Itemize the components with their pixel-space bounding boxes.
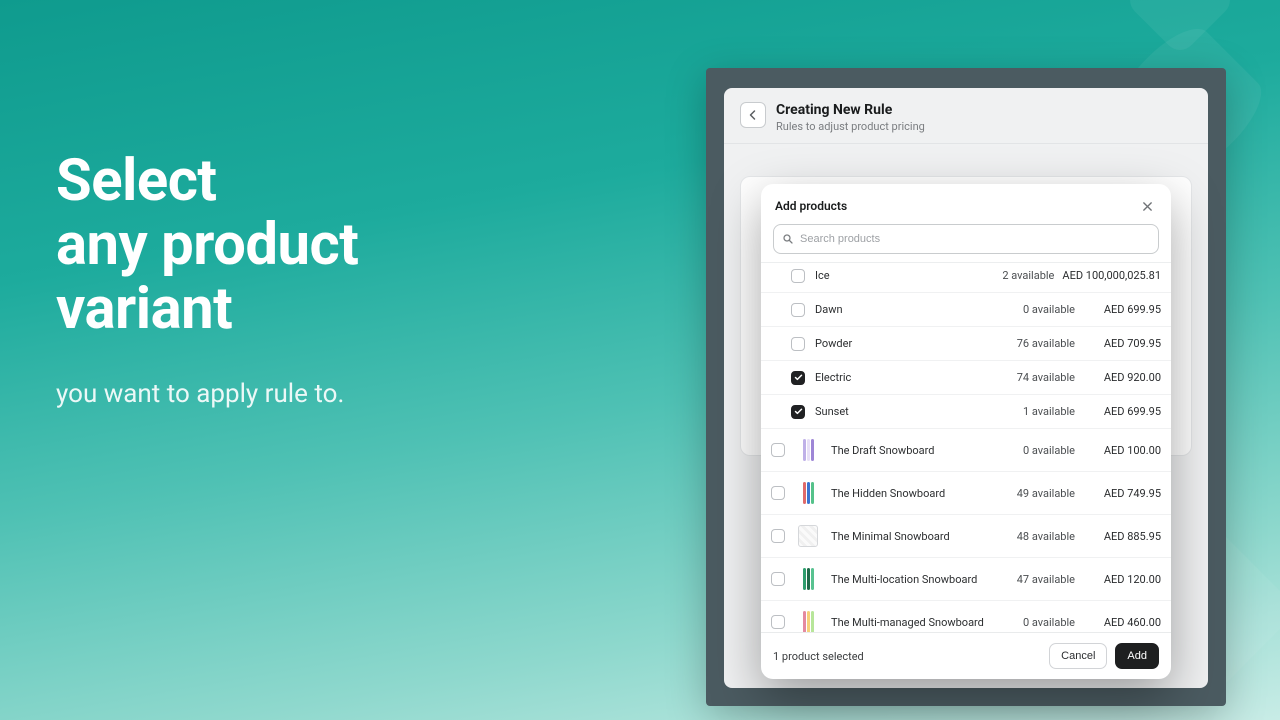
modal-title: Add products [775,199,847,213]
variant-name: Sunset [815,405,1023,418]
add-products-modal: Add products Ice2 available AED 100,000,0… [761,184,1171,679]
product-row[interactable]: The Hidden Snowboard49 available AED 749.… [761,472,1171,515]
price-label: AED 920.00 [1083,371,1161,384]
product-row[interactable]: The Minimal Snowboard48 available AED 885… [761,515,1171,558]
price-label: AED 100.00 [1083,444,1161,457]
variant-row[interactable]: Powder76 available AED 709.95 [761,327,1171,361]
selection-count: 1 product selected [773,650,1041,663]
checkbox[interactable] [791,371,805,385]
price-label: AED 120.00 [1083,573,1161,586]
check-icon [794,373,803,382]
product-thumbnail [797,480,819,506]
search-icon [782,233,794,245]
app-window: Creating New Rule Rules to adjust produc… [706,68,1226,706]
page-subtitle: Rules to adjust product pricing [776,120,925,133]
availability-label: 49 available [1017,487,1075,500]
product-row[interactable]: The Multi-managed Snowboard0 available AE… [761,601,1171,632]
variant-name: Dawn [815,303,1023,316]
price-label: AED 699.95 [1083,303,1161,316]
product-thumbnail [797,566,819,592]
availability-label: 48 available [1017,530,1075,543]
variant-name: Powder [815,337,1017,350]
checkbox[interactable] [771,443,785,457]
search-input-wrapper[interactable] [773,224,1159,254]
arrow-left-icon [747,109,759,121]
close-button[interactable] [1137,196,1157,216]
variant-name: Ice [815,269,1002,282]
availability-label: 74 available [1017,371,1075,384]
product-name: The Multi-location Snowboard [831,573,1017,586]
availability-label: 47 available [1017,573,1075,586]
product-name: The Hidden Snowboard [831,487,1017,500]
availability-label: 0 available [1023,616,1075,629]
availability-label: 1 available [1023,405,1075,418]
checkbox[interactable] [791,303,805,317]
promo-headline: Select any product variant [56,150,358,341]
availability-label: 0 available [1023,303,1075,316]
product-thumbnail [797,523,819,549]
checkbox[interactable] [791,405,805,419]
variant-row[interactable]: Electric74 available AED 920.00 [761,361,1171,395]
product-list[interactable]: Ice2 availableAED 100,000,025.81Dawn0 av… [761,262,1171,632]
price-label: AED 709.95 [1083,337,1161,350]
cancel-button[interactable]: Cancel [1049,643,1107,669]
product-name: The Minimal Snowboard [831,530,1017,543]
price-label: AED 699.95 [1083,405,1161,418]
price-label: AED 885.95 [1083,530,1161,543]
price-label: AED 749.95 [1083,487,1161,500]
page-title: Creating New Rule [776,102,925,118]
promo-subhead: you want to apply rule to. [56,379,358,409]
check-icon [794,407,803,416]
availability-label: 76 available [1017,337,1075,350]
product-name: The Draft Snowboard [831,444,1023,457]
checkbox[interactable] [791,269,805,283]
availability-label: 2 available [1002,269,1054,282]
checkbox[interactable] [791,337,805,351]
product-thumbnail [797,437,819,463]
variant-row[interactable]: Ice2 available AED 100,000,025.81 [761,262,1171,293]
variant-row[interactable]: Sunset1 available AED 699.95 [761,395,1171,429]
variant-row[interactable]: Dawn0 available AED 699.95 [761,293,1171,327]
variant-name: Electric [815,371,1017,384]
availability-label: 0 available [1023,444,1075,457]
product-thumbnail [797,609,819,632]
checkbox[interactable] [771,486,785,500]
close-icon [1142,201,1153,212]
back-button[interactable] [740,102,766,128]
price-label: AED 100,000,025.81 [1062,269,1161,282]
add-button[interactable]: Add [1115,643,1159,669]
product-name: The Multi-managed Snowboard [831,616,1023,629]
product-row[interactable]: The Multi-location Snowboard47 available… [761,558,1171,601]
checkbox[interactable] [771,615,785,629]
checkbox[interactable] [771,572,785,586]
price-label: AED 460.00 [1083,616,1161,629]
product-row[interactable]: The Draft Snowboard0 available AED 100.00 [761,429,1171,472]
search-input[interactable] [800,233,1150,245]
checkbox[interactable] [771,529,785,543]
